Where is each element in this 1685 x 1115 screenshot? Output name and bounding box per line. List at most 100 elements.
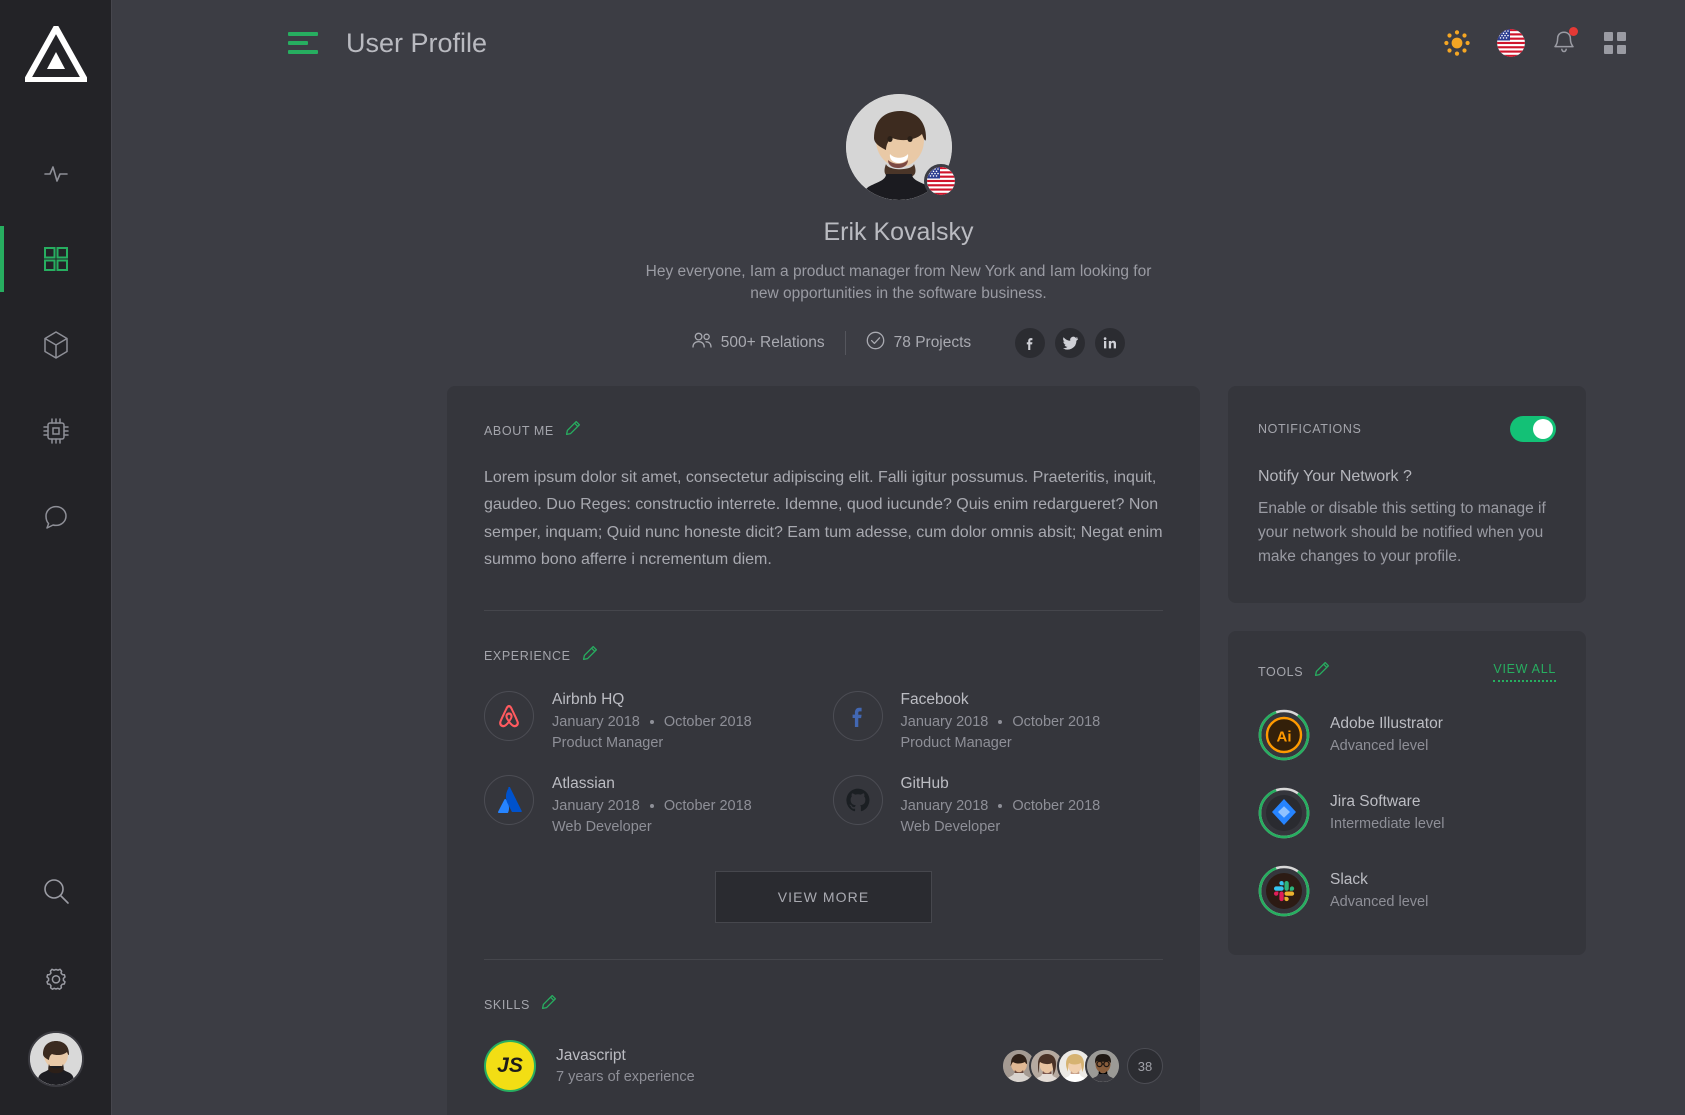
skill-experience: 7 years of experience	[556, 1069, 695, 1085]
linkedin-icon[interactable]	[1095, 327, 1126, 358]
sun-icon[interactable]	[1443, 29, 1471, 57]
tool-item[interactable]: Ai Adobe Illustrator Advanced level	[1258, 709, 1556, 761]
view-more-wrap: VIEW MORE	[484, 871, 1163, 923]
tool-name: Adobe Illustrator	[1330, 715, 1443, 733]
slack-icon	[1264, 871, 1304, 911]
experience-start: January 2018	[900, 798, 989, 814]
bell-icon[interactable]	[1551, 27, 1578, 57]
experience-item[interactable]: Airbnb HQ January 2018 October 2018 Prod…	[484, 691, 815, 751]
about-text: Lorem ipsum dolor sit amet, consectetur …	[484, 468, 1163, 569]
experience-end: October 2018	[1012, 798, 1101, 814]
sidebar-item-activity[interactable]	[0, 130, 111, 216]
sidebar-item-search[interactable]	[0, 847, 111, 935]
facebook-icon	[832, 691, 883, 741]
hamburger-icon[interactable]	[288, 32, 318, 54]
js-badge-icon: JS	[484, 1040, 536, 1092]
notifications-toggle[interactable]	[1510, 415, 1556, 442]
notifications-description: Enable or disable this setting to manage…	[1258, 499, 1546, 565]
tools-title-group: TOOLS	[1258, 661, 1330, 683]
tool-level: Intermediate level	[1330, 816, 1445, 833]
tool-progress-ring: Ai	[1258, 709, 1310, 761]
experience-role: Product Manager	[900, 735, 1012, 751]
view-all-link[interactable]: VIEW ALL	[1493, 662, 1556, 682]
sidebar-item-packages[interactable]	[0, 302, 111, 388]
skills-title: SKILLS	[484, 998, 530, 1012]
profile-bio: Hey everyone, Iam a product manager from…	[645, 263, 1152, 303]
experience-start: January 2018	[552, 798, 640, 814]
experience-end: October 2018	[663, 714, 752, 730]
dot-separator	[998, 720, 1003, 724]
skills-header: SKILLS	[484, 994, 1163, 1016]
experience-start: January 2018	[900, 714, 989, 730]
us-flag-icon[interactable]	[1497, 29, 1525, 57]
experience-title: EXPERIENCE	[484, 649, 571, 663]
pencil-icon[interactable]	[564, 420, 581, 442]
tool-meta: Slack Advanced level	[1330, 871, 1428, 910]
experience-item[interactable]: Atlassian January 2018 October 2018 Web …	[484, 775, 815, 835]
experience-item[interactable]: GitHub January 2018 October 2018 Web Dev…	[832, 775, 1164, 835]
experience-dates: January 2018 October 2018	[552, 798, 752, 814]
view-more-button[interactable]: VIEW MORE	[714, 871, 933, 923]
divider	[484, 959, 1163, 960]
right-column: NOTIFICATIONS Notify Your Network ? Enab…	[1228, 385, 1586, 955]
notifications-card: NOTIFICATIONS Notify Your Network ? Enab…	[1228, 385, 1586, 603]
us-flag	[923, 164, 958, 198]
tool-item[interactable]: Jira Software Intermediate level	[1258, 787, 1556, 839]
experience-dates: January 2018 October 2018	[552, 714, 752, 730]
profile-name: Erik Kovalsky	[823, 218, 974, 246]
toggle-knob	[1533, 418, 1553, 439]
sidebar-bottom	[0, 847, 111, 1115]
sidebar-item-settings[interactable]	[0, 935, 111, 1023]
skill-meta: Javascript 7 years of experience	[556, 1047, 695, 1085]
atlassian-icon	[484, 775, 534, 825]
airbnb-icon	[484, 691, 534, 741]
illustrator-icon: Ai	[1264, 715, 1304, 755]
tools-header: TOOLS VIEW ALL	[1258, 661, 1556, 683]
experience-dates: January 2018 October 2018	[901, 798, 1101, 814]
notification-dot	[1569, 27, 1578, 36]
stat-projects-label: 78 Projects	[893, 333, 972, 351]
tool-progress-ring	[1258, 787, 1310, 839]
tool-meta: Adobe Illustrator Advanced level	[1330, 715, 1443, 754]
tools-title: TOOLS	[1258, 664, 1304, 679]
dot-separator	[649, 804, 654, 808]
sidebar-item-dashboard[interactable]	[0, 216, 111, 302]
tool-meta: Jira Software Intermediate level	[1330, 793, 1444, 832]
people-icon	[692, 332, 712, 353]
gear-icon	[41, 964, 71, 994]
divider	[484, 610, 1163, 611]
experience-company: Airbnb HQ	[552, 691, 625, 708]
tool-item[interactable]: Slack Advanced level	[1258, 865, 1556, 917]
dot-separator	[998, 804, 1003, 808]
cube-icon	[42, 330, 70, 360]
sidebar-item-devices[interactable]	[0, 388, 111, 474]
stat-relations[interactable]: 500+ Relations	[672, 332, 845, 353]
triangle-logo[interactable]	[24, 26, 87, 82]
pencil-icon[interactable]	[1313, 661, 1330, 683]
svg-text:Ai: Ai	[1277, 728, 1292, 745]
avatar[interactable]	[1085, 1048, 1121, 1084]
skill-endorsers: 38	[1001, 1048, 1163, 1084]
pencil-icon[interactable]	[581, 645, 598, 667]
left-column: ABOUT ME Lorem ipsum dolor sit amet, con…	[447, 385, 1200, 1115]
pencil-icon[interactable]	[540, 994, 557, 1016]
chat-icon	[42, 503, 70, 531]
experience-role: Product Manager	[552, 735, 664, 751]
endorsers-count[interactable]: 38	[1127, 1048, 1163, 1084]
sidebar-item-messages[interactable]	[0, 474, 111, 560]
profile-avatar-wrap	[845, 94, 958, 200]
search-icon	[41, 876, 71, 906]
stat-projects[interactable]: 78 Projects	[844, 330, 992, 355]
tool-level: Advanced level	[1330, 738, 1429, 755]
avatar[interactable]	[27, 1031, 84, 1087]
twitter-icon[interactable]	[1055, 327, 1086, 358]
experience-end: October 2018	[1012, 714, 1101, 730]
experience-item[interactable]: Facebook January 2018 October 2018 Produ…	[832, 691, 1164, 751]
sidebar-nav	[0, 130, 111, 560]
experience-header: EXPERIENCE	[484, 645, 1163, 667]
experience-company: Atlassian	[552, 775, 615, 792]
tool-progress-ring	[1258, 865, 1310, 917]
tools-card: TOOLS VIEW ALL Ai Adobe Illustrator Adva…	[1228, 630, 1586, 955]
grid-apps-icon[interactable]	[1603, 31, 1627, 55]
facebook-icon[interactable]	[1015, 327, 1046, 358]
